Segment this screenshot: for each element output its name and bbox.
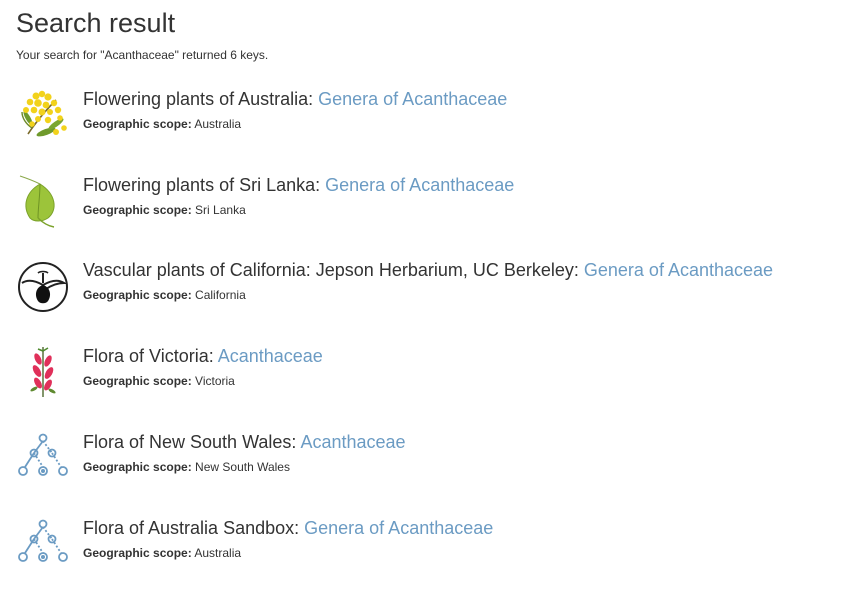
- scope-value: Australia: [194, 546, 242, 560]
- result-item: Flowering plants of Sri Lanka: Genera of…: [16, 174, 846, 234]
- key-link[interactable]: Genera of Acanthaceae: [304, 518, 493, 538]
- key-tree-icon: [16, 517, 70, 571]
- geographic-scope: Geographic scope: New South Wales: [83, 460, 290, 474]
- project-name: Flora of Victoria:: [83, 346, 218, 366]
- key-tree-icon: [16, 431, 70, 485]
- result-item: Flowering plants of Australia: Genera of…: [16, 88, 846, 148]
- result-item: Flora of Australia Sandbox: Genera of Ac…: [16, 517, 846, 577]
- key-link[interactable]: Acanthaceae: [300, 432, 405, 452]
- geographic-scope: Geographic scope: Victoria: [83, 374, 235, 388]
- geographic-scope: Geographic scope: Australia: [83, 546, 241, 560]
- geographic-scope: Geographic scope: Australia: [83, 117, 241, 131]
- result-title: Flowering plants of Sri Lanka: Genera of…: [83, 174, 514, 196]
- result-title: Flora of New South Wales: Acanthaceae: [83, 431, 406, 453]
- project-name: Flowering plants of Sri Lanka:: [83, 175, 326, 195]
- result-item: Flora of Victoria: Acanthaceae Geographi…: [16, 345, 846, 405]
- search-summary: Your search for "Acanthaceae" returned 6…: [16, 48, 269, 62]
- key-link[interactable]: Genera of Acanthaceae: [584, 260, 773, 280]
- scope-label: Geographic scope:: [83, 203, 192, 217]
- pink-flower-icon: [16, 345, 70, 399]
- scope-value: Sri Lanka: [195, 203, 246, 217]
- result-item: Vascular plants of California: Jepson He…: [16, 259, 846, 319]
- project-name: Flowering plants of Australia:: [83, 89, 319, 109]
- project-name: Flora of Australia Sandbox:: [83, 518, 305, 538]
- scope-label: Geographic scope:: [83, 117, 192, 131]
- page-title: Search result: [16, 8, 176, 38]
- result-title: Flora of Victoria: Acanthaceae: [83, 345, 323, 367]
- scope-value: California: [195, 288, 246, 302]
- project-name: Flora of New South Wales:: [83, 432, 301, 452]
- key-link[interactable]: Acanthaceae: [218, 346, 323, 366]
- result-title: Vascular plants of California: Jepson He…: [83, 259, 773, 281]
- key-link[interactable]: Genera of Acanthaceae: [325, 175, 514, 195]
- scope-label: Geographic scope:: [83, 374, 192, 388]
- scope-value: Australia: [194, 117, 242, 131]
- geographic-scope: Geographic scope: Sri Lanka: [83, 203, 246, 217]
- result-title: Flora of Australia Sandbox: Genera of Ac…: [83, 517, 493, 539]
- result-title: Flowering plants of Australia: Genera of…: [83, 88, 507, 110]
- green-leaf-icon: [16, 174, 70, 228]
- key-link[interactable]: Genera of Acanthaceae: [318, 89, 507, 109]
- scope-label: Geographic scope:: [83, 460, 192, 474]
- scope-label: Geographic scope:: [83, 546, 192, 560]
- result-item: Flora of New South Wales: Acanthaceae Ge…: [16, 431, 846, 491]
- wattle-flower-icon: [16, 88, 70, 142]
- scope-label: Geographic scope:: [83, 288, 192, 302]
- scope-value: New South Wales: [195, 460, 290, 474]
- jepson-logo-icon: [16, 259, 70, 313]
- scope-value: Victoria: [195, 374, 235, 388]
- project-name: Vascular plants of California: Jepson He…: [83, 260, 584, 280]
- geographic-scope: Geographic scope: California: [83, 288, 246, 302]
